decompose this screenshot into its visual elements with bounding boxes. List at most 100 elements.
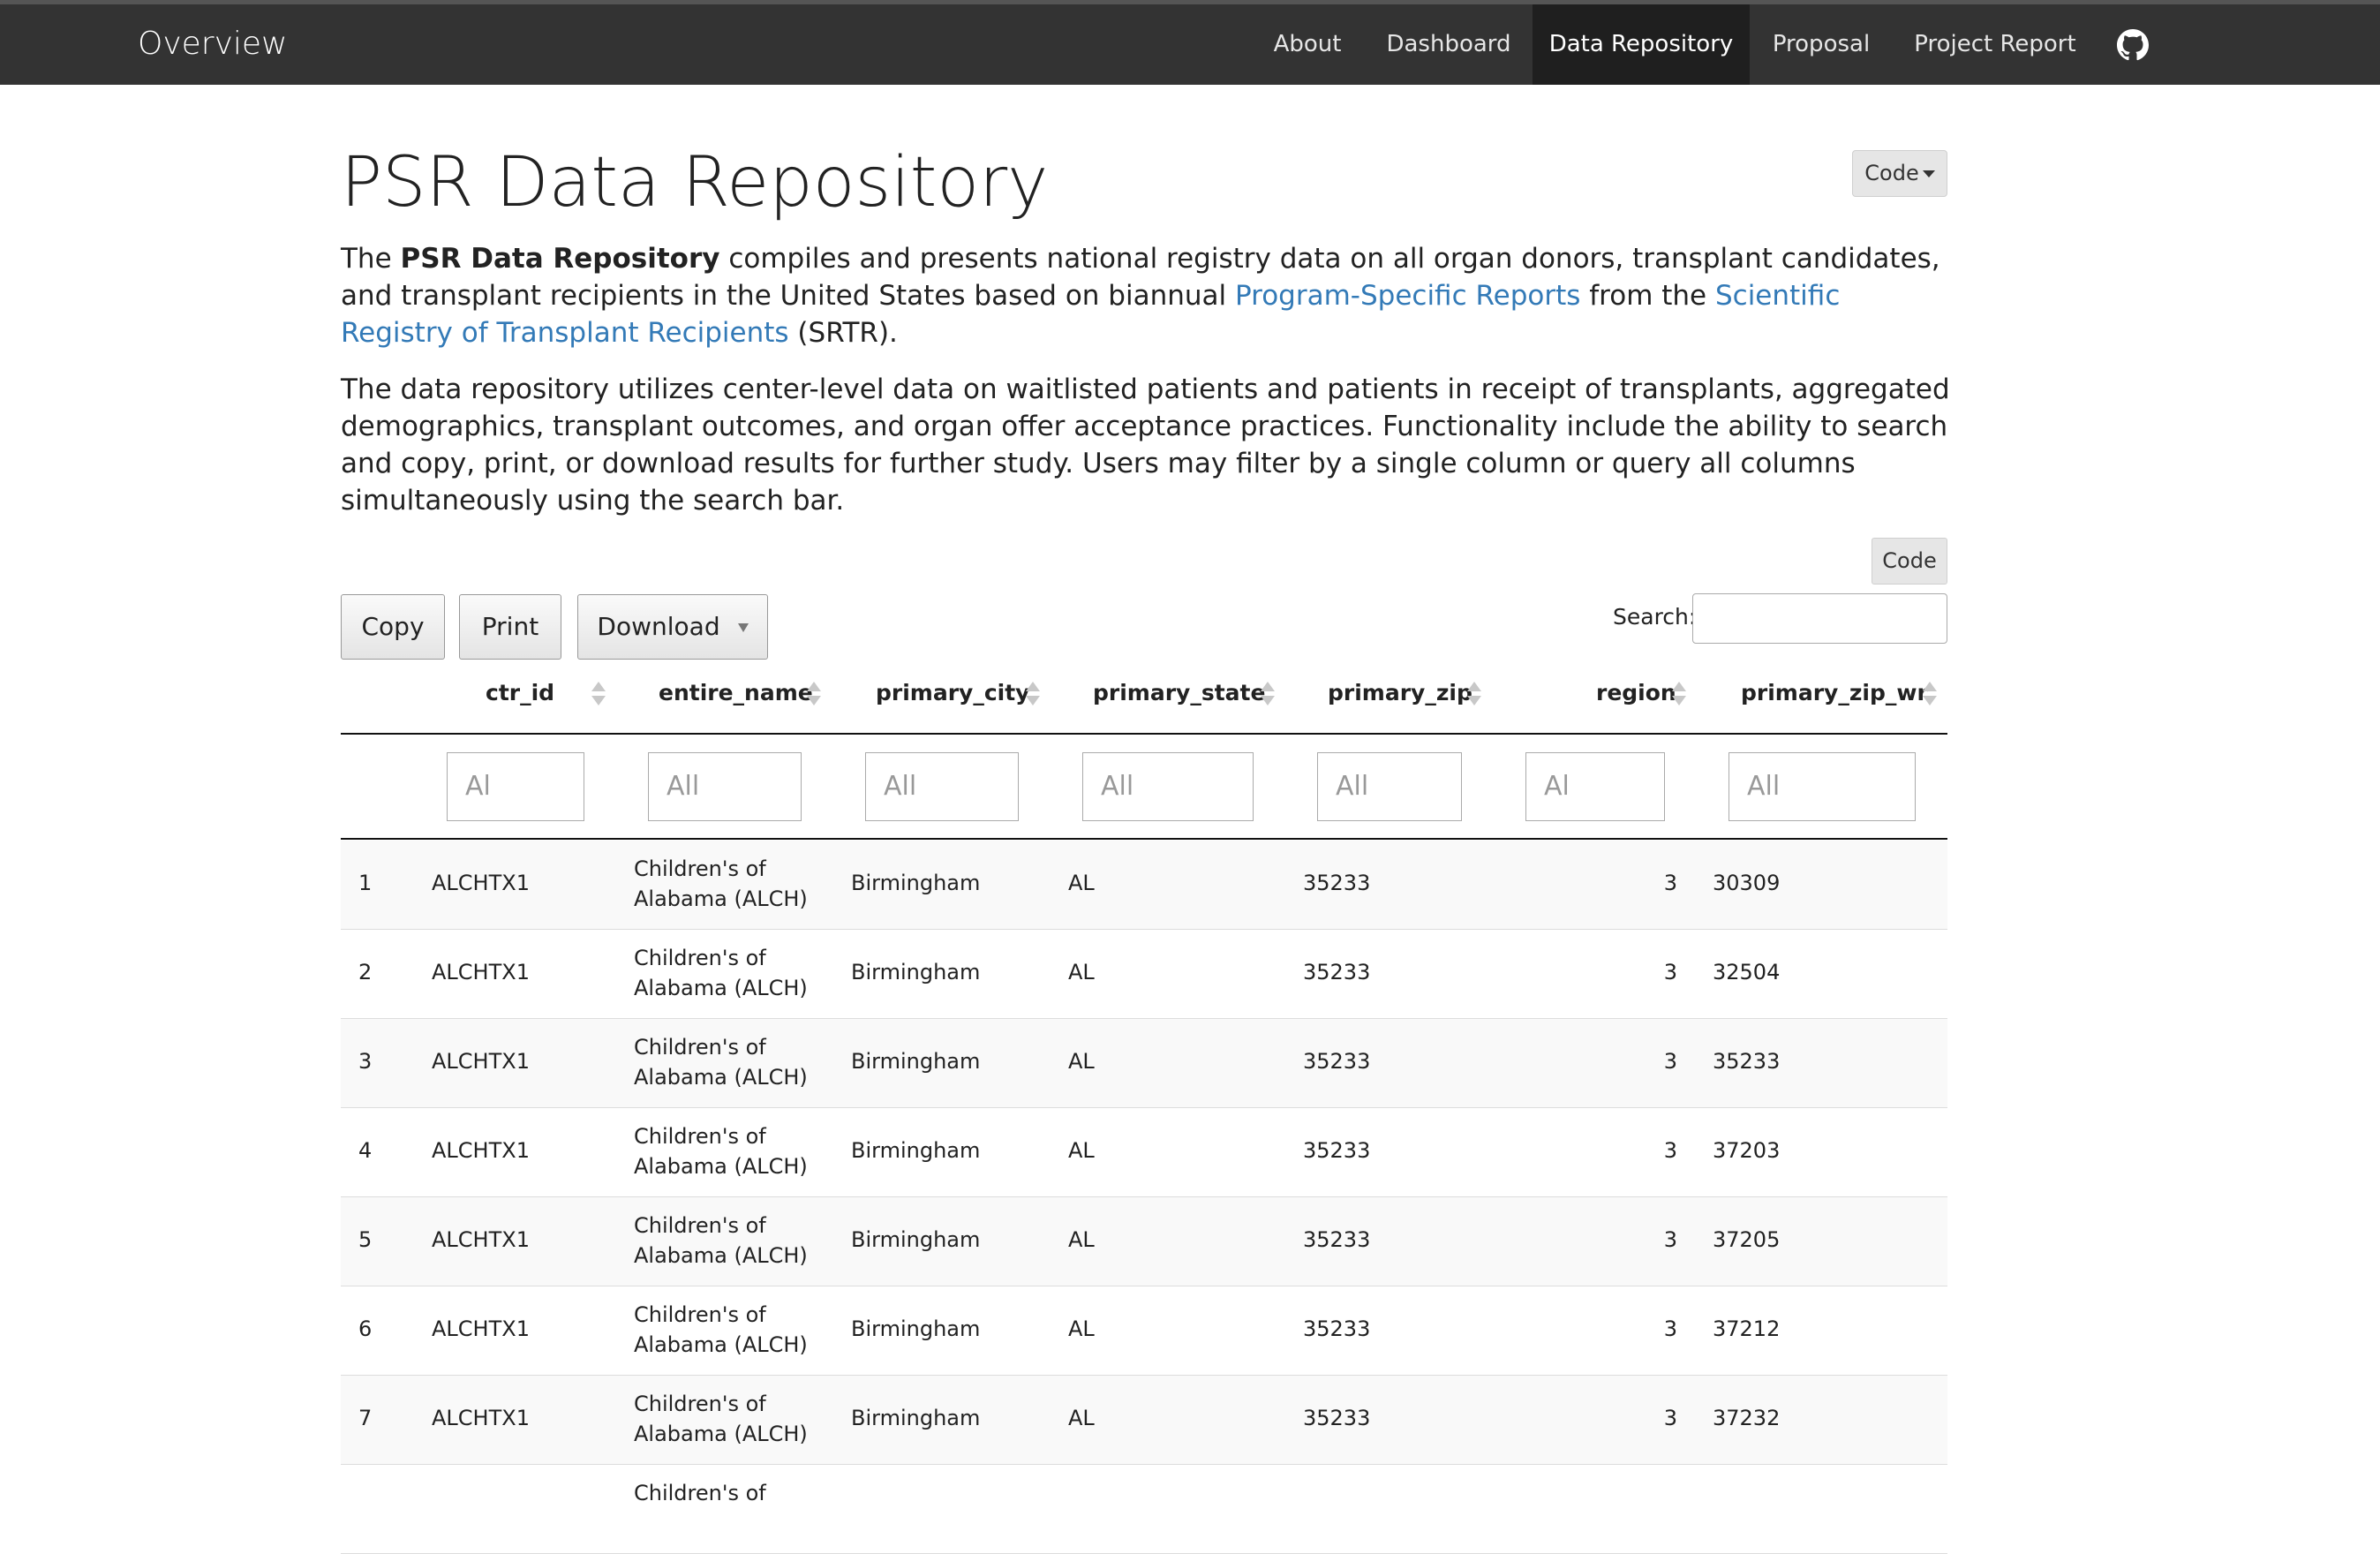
- cell-primary-zip: 35233: [1303, 871, 1371, 895]
- cell-entire-name-line2: Alabama (ALCH): [634, 1243, 808, 1268]
- cell-entire-name: Children's of Alabama (ALCH): [634, 1032, 808, 1092]
- sort-icon[interactable]: [1467, 682, 1481, 708]
- copy-button[interactable]: Copy: [341, 594, 445, 660]
- cell-index: 1: [358, 871, 373, 895]
- cell-primary-zip-wr: 37205: [1713, 1227, 1781, 1252]
- filter-divider: [341, 838, 1947, 840]
- table-row[interactable]: 6 ALCHTX1 Children's of Alabama (ALCH) Birmi…: [341, 1286, 1947, 1376]
- cell-primary-state: AL: [1068, 1316, 1095, 1341]
- table-row[interactable]: 3 ALCHTX1 Children's of Alabama (ALCH) Birmi…: [341, 1019, 1947, 1108]
- download-button[interactable]: Download: [577, 594, 768, 660]
- cell-entire-name-line1: Children's of: [634, 1392, 766, 1416]
- cell-primary-zip-wr: 30309: [1713, 871, 1781, 895]
- sort-icon[interactable]: [1026, 682, 1040, 708]
- cell-primary-city: Birmingham: [851, 1406, 981, 1430]
- sort-icon[interactable]: [807, 682, 821, 708]
- code-menu-button[interactable]: Code: [1852, 150, 1947, 197]
- cell-entire-name-line1: Children's of: [634, 856, 766, 881]
- column-header-ctr-id[interactable]: ctr_id: [486, 680, 554, 705]
- cell-region: 3: [1663, 1049, 1677, 1074]
- sort-icon[interactable]: [1672, 682, 1686, 708]
- filter-primary-zip-wr[interactable]: All: [1729, 752, 1916, 821]
- cell-entire-name-line1: Children's of: [634, 1213, 766, 1238]
- intro-bold: PSR Data Repository: [400, 243, 720, 275]
- sort-icon[interactable]: [591, 682, 606, 708]
- intro-text: (SRTR).: [788, 317, 898, 349]
- column-header-primary-city[interactable]: primary_city: [876, 680, 1029, 705]
- cell-primary-state: AL: [1068, 1227, 1095, 1252]
- dropdown-arrow-icon: [737, 623, 749, 632]
- cell-index: 4: [358, 1138, 373, 1163]
- cell-primary-city: Birmingham: [851, 960, 981, 984]
- search-label: Search:: [1613, 604, 1697, 630]
- cell-primary-city: Birmingham: [851, 1138, 981, 1163]
- download-label: Download: [597, 612, 720, 641]
- table-row[interactable]: 5 ALCHTX1 Children's of Alabama (ALCH) Birmi…: [341, 1197, 1947, 1286]
- cell-entire-name-line2: Alabama (ALCH): [634, 1422, 808, 1446]
- cell-entire-name-line2: Alabama (ALCH): [634, 1154, 808, 1179]
- filter-ctr-id[interactable]: Al: [447, 752, 584, 821]
- filter-primary-state[interactable]: All: [1082, 752, 1254, 821]
- table-row[interactable]: Children's of: [341, 1465, 1947, 1554]
- cell-index: 6: [358, 1316, 373, 1341]
- cell-entire-name-line1: Children's of: [634, 946, 766, 970]
- search-input[interactable]: [1692, 593, 1947, 644]
- table-row[interactable]: 1 ALCHTX1 Children's of Alabama (ALCH) Birmi…: [341, 841, 1947, 930]
- cell-primary-city: Birmingham: [851, 1049, 981, 1074]
- cell-entire-name: Children's of Alabama (ALCH): [634, 1300, 808, 1360]
- sort-icon[interactable]: [1261, 682, 1275, 708]
- code-menu-label: Code: [1864, 161, 1919, 185]
- filter-primary-zip[interactable]: All: [1317, 752, 1462, 821]
- sort-icon[interactable]: [1923, 682, 1937, 708]
- nav-item-data-repository[interactable]: Data Repository: [1533, 4, 1750, 85]
- print-button[interactable]: Print: [459, 594, 561, 660]
- table-row[interactable]: 2 ALCHTX1 Children's of Alabama (ALCH) Birmi…: [341, 930, 1947, 1019]
- table-row[interactable]: 7 ALCHTX1 Children's of Alabama (ALCH) Birmi…: [341, 1376, 1947, 1465]
- intro-text: The: [341, 243, 401, 275]
- cell-primary-zip: 35233: [1303, 1138, 1371, 1163]
- cell-ctr-id: ALCHTX1: [432, 1316, 530, 1341]
- cell-primary-state: AL: [1068, 1049, 1095, 1074]
- cell-primary-state: AL: [1068, 1138, 1095, 1163]
- brand-title[interactable]: Overview: [138, 26, 288, 62]
- code-button[interactable]: Code: [1872, 538, 1947, 585]
- header-divider: [341, 733, 1947, 735]
- column-header-primary-zip-wr[interactable]: primary_zip_wr: [1741, 680, 1928, 705]
- github-icon[interactable]: [2117, 29, 2149, 61]
- cell-region: 3: [1663, 1406, 1677, 1430]
- cell-primary-zip: 35233: [1303, 1406, 1371, 1430]
- cell-index: 2: [358, 960, 373, 984]
- column-header-region[interactable]: region: [1596, 680, 1676, 705]
- cell-ctr-id: ALCHTX1: [432, 960, 530, 984]
- cell-primary-zip-wr: 35233: [1713, 1049, 1781, 1074]
- nav-item-about[interactable]: About: [1252, 4, 1363, 85]
- column-header-primary-state[interactable]: primary_state: [1093, 680, 1265, 705]
- column-header-primary-zip[interactable]: primary_zip: [1328, 680, 1472, 705]
- nav-item-dashboard[interactable]: Dashboard: [1377, 4, 1520, 85]
- cell-entire-name-line2: Alabama (ALCH): [634, 1065, 808, 1090]
- nav-item-project-report[interactable]: Project Report: [1907, 4, 2083, 85]
- filter-entire-name[interactable]: All: [648, 752, 802, 821]
- cell-entire-name: Children's of: [634, 1478, 766, 1508]
- filter-region[interactable]: Al: [1525, 752, 1665, 821]
- cell-entire-name-line1: Children's of: [634, 1481, 766, 1505]
- cell-entire-name-line1: Children's of: [634, 1302, 766, 1327]
- cell-region: 3: [1663, 871, 1677, 895]
- cell-entire-name-line2: Alabama (ALCH): [634, 1332, 808, 1357]
- cell-primary-state: AL: [1068, 871, 1095, 895]
- column-header-entire-name[interactable]: entire_name: [659, 680, 813, 705]
- cell-primary-zip: 35233: [1303, 960, 1371, 984]
- cell-primary-zip-wr: 37203: [1713, 1138, 1781, 1163]
- cell-ctr-id: ALCHTX1: [432, 1049, 530, 1074]
- program-specific-reports-link[interactable]: Program-Specific Reports: [1235, 280, 1580, 312]
- intro-text: from the: [1580, 280, 1715, 312]
- cell-entire-name: Children's of Alabama (ALCH): [634, 854, 808, 914]
- cell-ctr-id: ALCHTX1: [432, 1138, 530, 1163]
- cell-region: 3: [1663, 1316, 1677, 1341]
- table-row[interactable]: 4 ALCHTX1 Children's of Alabama (ALCH) Birmi…: [341, 1108, 1947, 1197]
- filter-primary-city[interactable]: All: [865, 752, 1019, 821]
- cell-primary-zip: 35233: [1303, 1049, 1371, 1074]
- cell-ctr-id: ALCHTX1: [432, 1406, 530, 1430]
- cell-entire-name: Children's of Alabama (ALCH): [634, 1121, 808, 1181]
- nav-item-proposal[interactable]: Proposal: [1764, 4, 1879, 85]
